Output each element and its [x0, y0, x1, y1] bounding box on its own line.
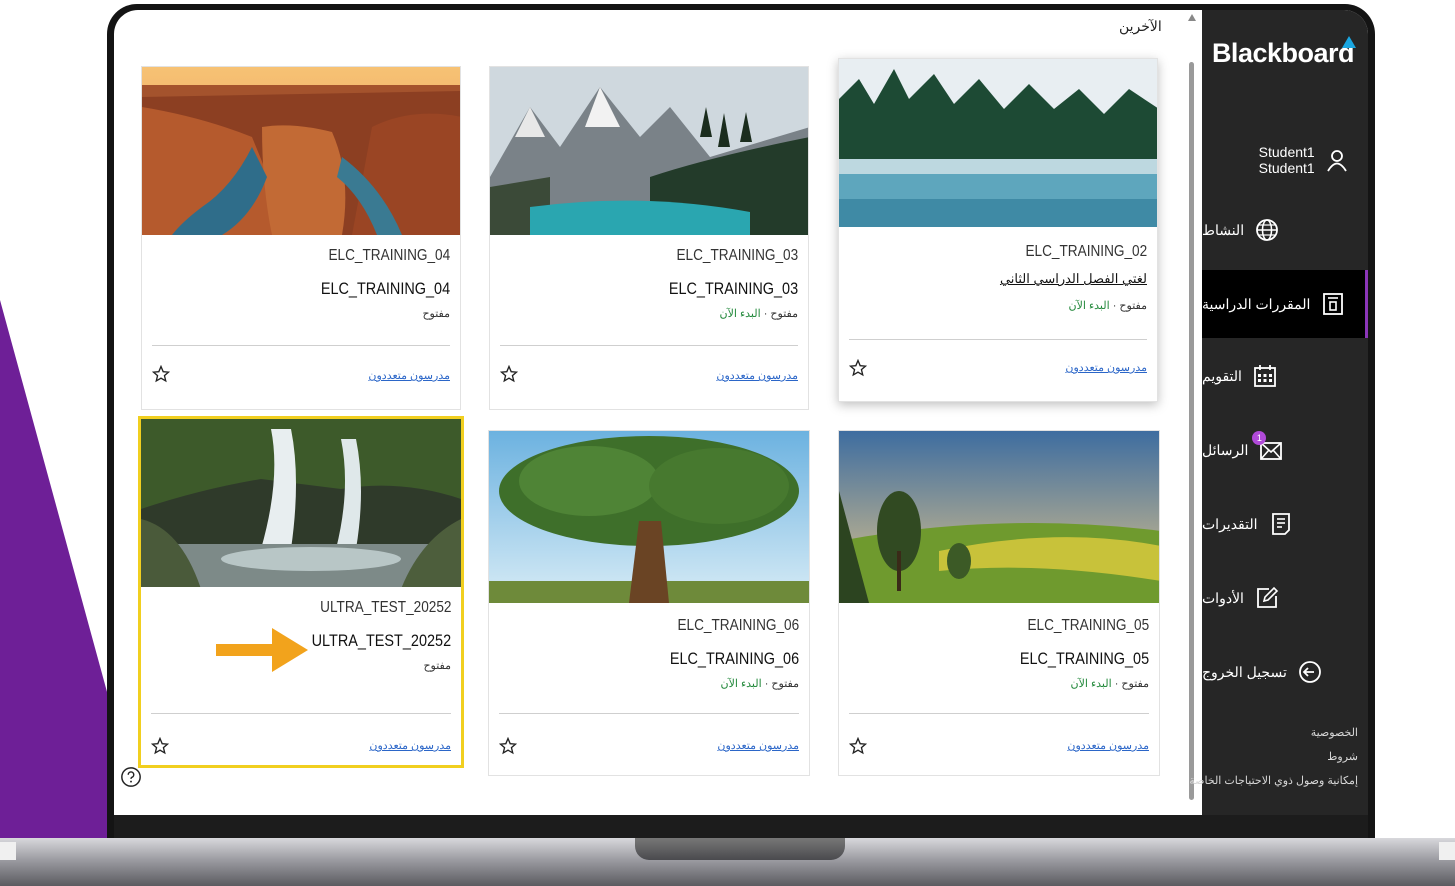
course-name[interactable]: ELC_TRAINING_06	[670, 649, 799, 669]
laptop-base-cap-left	[0, 842, 16, 860]
sidebar-item-label: الأدوات	[1202, 589, 1244, 606]
terms-link[interactable]: شروط	[1327, 750, 1358, 763]
course-image-meadow	[839, 431, 1159, 603]
course-code: ELC_TRAINING_02	[1025, 243, 1147, 260]
star-icon[interactable]	[151, 737, 169, 755]
laptop-base	[0, 838, 1455, 886]
course-name[interactable]: ELC_TRAINING_03	[669, 279, 798, 299]
help-icon[interactable]	[120, 766, 142, 788]
course-card-elc-training-02[interactable]: ELC_TRAINING_02 لغتي الفصل الدراسي الثان…	[838, 58, 1158, 402]
course-image-waterfall	[141, 419, 461, 587]
instructors-link[interactable]: مدرسون متعددون	[717, 739, 799, 752]
vertical-scrollbar[interactable]	[1186, 14, 1198, 814]
course-code: ELC_TRAINING_03	[676, 247, 798, 264]
course-status: مفتوح	[422, 308, 450, 320]
laptop-screen: الآخرين ELC_TRAINING_04 ELC_TRAINING_04 …	[114, 10, 1368, 815]
sidebar-item-activity[interactable]: النشاط	[1202, 206, 1368, 254]
section-title: الآخرين	[1119, 18, 1162, 34]
course-code: ELC_TRAINING_06	[677, 617, 799, 634]
star-icon[interactable]	[500, 365, 518, 383]
card-divider	[849, 713, 1149, 714]
course-status: مفتوح · البدء الآن	[719, 308, 798, 320]
sidebar-item-label: المقررات الدراسية	[1202, 295, 1311, 312]
sidebar-item-logout[interactable]: تسجيل الخروج	[1202, 648, 1368, 696]
instructors-link[interactable]: مدرسون متعددون	[368, 369, 450, 382]
logo-mark-icon	[1342, 36, 1356, 48]
sidebar-item-tools[interactable]: الأدوات	[1202, 574, 1368, 622]
sidebar-item-label: التقديرات	[1202, 515, 1258, 532]
course-name[interactable]: ELC_TRAINING_05	[1020, 649, 1149, 669]
sidebar-item-grades[interactable]: التقديرات	[1202, 500, 1368, 548]
sidebar: Blackboard Student1 Student1 النشاط المق…	[1189, 10, 1368, 815]
grades-icon	[1268, 511, 1294, 537]
course-code: ELC_TRAINING_05	[1027, 617, 1149, 634]
sidebar-item-courses[interactable]: المقررات الدراسية	[1202, 270, 1368, 338]
course-card-elc-training-04[interactable]: ELC_TRAINING_04 ELC_TRAINING_04 مفتوح مد…	[141, 66, 461, 410]
course-image-forest-lake	[839, 59, 1157, 227]
course-image-tree	[489, 431, 809, 603]
sidebar-item-calendar[interactable]: التقويم	[1202, 352, 1368, 400]
course-card-ultra-test-20252[interactable]: ULTRA_TEST_20252 ULTRA_TEST_20252 مفتوح …	[138, 416, 464, 768]
course-name[interactable]: لغتي الفصل الدراسي الثاني	[1000, 271, 1147, 287]
course-status: مفتوح · البدء الآن	[1068, 300, 1147, 312]
course-name[interactable]: ELC_TRAINING_04	[321, 279, 450, 299]
sidebar-item-messages[interactable]: الرسائل 1	[1202, 426, 1368, 474]
card-divider	[849, 339, 1147, 340]
user-name: Student1 Student1	[1258, 144, 1315, 176]
tools-icon	[1254, 585, 1280, 611]
instructors-link[interactable]: مدرسون متعددون	[716, 369, 798, 382]
course-image-canyon	[142, 67, 460, 235]
sidebar-item-user[interactable]: Student1 Student1	[1202, 136, 1368, 184]
star-icon[interactable]	[849, 737, 867, 755]
card-divider	[151, 713, 451, 714]
calendar-icon	[1252, 363, 1278, 389]
course-card-elc-training-05[interactable]: ELC_TRAINING_05 ELC_TRAINING_05 مفتوح · …	[838, 430, 1160, 776]
star-icon[interactable]	[152, 365, 170, 383]
sidebar-item-label: النشاط	[1202, 221, 1245, 238]
scroll-thumb[interactable]	[1189, 62, 1194, 800]
card-divider	[500, 345, 798, 346]
course-card-elc-training-03[interactable]: ELC_TRAINING_03 ELC_TRAINING_03 مفتوح · …	[489, 66, 809, 410]
sidebar-item-label: تسجيل الخروج	[1202, 663, 1287, 680]
laptop-notch	[635, 838, 845, 860]
instructors-link[interactable]: مدرسون متعددون	[1067, 739, 1149, 752]
course-status: مفتوح · البدء الآن	[1070, 678, 1149, 690]
user-icon	[1325, 147, 1350, 173]
instructors-link[interactable]: مدرسون متعددون	[369, 739, 451, 752]
star-icon[interactable]	[849, 359, 867, 377]
mail-icon: 1	[1252, 431, 1284, 463]
accessibility-link[interactable]: إمكانية وصول ذوي الاحتياجات الخاصة	[1189, 774, 1358, 787]
courses-icon	[1320, 291, 1346, 317]
instructors-link[interactable]: مدرسون متعددون	[1065, 361, 1147, 374]
globe-icon	[1254, 217, 1280, 243]
blackboard-logo[interactable]: Blackboard	[1212, 38, 1355, 69]
course-status: مفتوح	[423, 660, 451, 672]
laptop-base-cap-right	[1439, 842, 1455, 860]
course-image-lake	[490, 67, 808, 235]
scroll-up-arrow-icon[interactable]	[1188, 14, 1196, 21]
card-divider	[152, 345, 450, 346]
card-divider	[499, 713, 799, 714]
course-name[interactable]: ULTRA_TEST_20252	[312, 631, 451, 651]
course-code: ULTRA_TEST_20252	[319, 599, 451, 616]
privacy-link[interactable]: الخصوصية	[1311, 726, 1358, 739]
course-status: مفتوح · البدء الآن	[720, 678, 799, 690]
logout-icon	[1297, 659, 1323, 685]
star-icon[interactable]	[499, 737, 517, 755]
sidebar-item-label: التقويم	[1202, 367, 1242, 384]
course-code: ELC_TRAINING_04	[328, 247, 450, 264]
course-card-elc-training-06[interactable]: ELC_TRAINING_06 ELC_TRAINING_06 مفتوح · …	[488, 430, 810, 776]
orange-arrow-icon	[216, 628, 308, 672]
sidebar-item-label: الرسائل	[1202, 441, 1249, 458]
